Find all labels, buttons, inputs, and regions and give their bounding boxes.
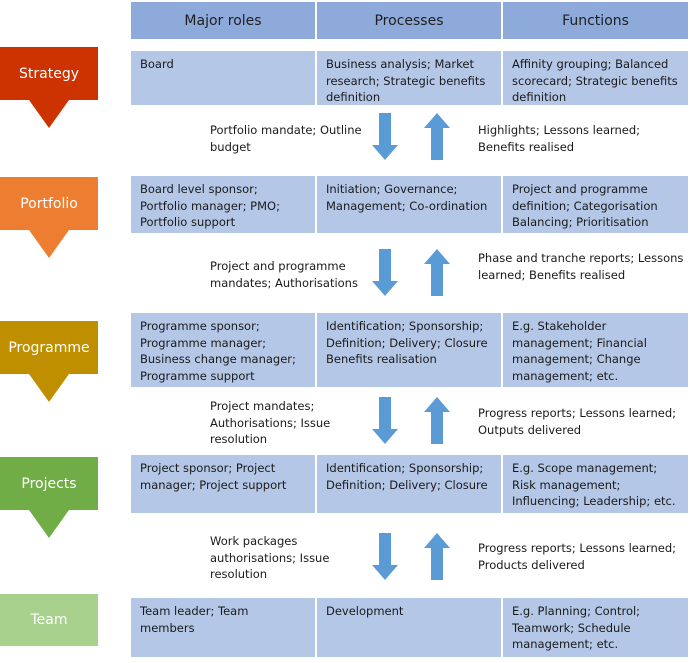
down-arrow-icon [372,113,398,160]
processes-cell: Identification; Sponsorship; Definition;… [317,455,501,513]
flow-up-text: Phase and tranche reports; Lessons learn… [478,251,684,282]
level-label-projects: Projects [0,457,98,510]
processes-cell: Initiation; Governance; Management; Co-o… [317,176,501,233]
down-arrow-icon [372,397,398,444]
header-major-roles: Major roles [131,2,315,39]
level-label-programme: Programme [0,321,98,374]
functions-cell: E.g. Planning; Control; Teamwork; Schedu… [503,598,688,657]
flow-down-text: Portfolio mandate; Outline budget [210,123,362,154]
down-arrow-icon [29,100,69,128]
level-label-portfolio: Portfolio [0,177,98,230]
up-arrow-icon [424,397,450,444]
up-arrow-icon [424,533,450,580]
down-arrow-icon [29,374,69,402]
roles-cell: Board level sponsor; Portfolio manager; … [131,176,315,233]
roles-cell: Project sponsor; Project manager; Projec… [131,455,315,513]
functions-cell: E.g. Stakeholder management; Financial m… [503,313,688,387]
roles-cell: Team leader; Team members [131,598,315,657]
flow-down-text: Project and programme mandates; Authoris… [210,259,358,290]
roles-cell: Programme sponsor; Programme manager; Bu… [131,313,315,387]
level-label-strategy: Strategy [0,47,98,100]
level-label-team: Team [0,594,98,646]
down-arrow-icon [29,510,69,538]
flow-up-text: Highlights; Lessons learned; Benefits re… [478,123,641,154]
header-functions: Functions [503,2,688,39]
down-arrow-icon [372,249,398,296]
flow-up-text: Progress reports; Lessons learned; Produ… [478,541,676,572]
functions-cell: E.g. Scope management; Risk management; … [503,455,688,513]
processes-cell: Identification; Sponsorship; Definition;… [317,313,501,387]
functions-cell: Affinity grouping; Balanced scorecard; S… [503,51,688,105]
down-arrow-icon [29,230,69,258]
down-arrow-icon [372,533,398,580]
up-arrow-icon [424,113,450,160]
flow-up-text: Progress reports; Lessons learned; Outpu… [478,406,676,437]
flow-down-text: Project mandates; Authorisations; Issue … [210,399,331,446]
flow-down-text: Work packages authorisations; Issue reso… [210,534,330,581]
header-processes: Processes [317,2,501,39]
up-arrow-icon [424,249,450,296]
processes-cell: Development [317,598,501,657]
functions-cell: Project and programme definition; Catego… [503,176,688,233]
roles-cell: Board [131,51,315,105]
processes-cell: Business analysis; Market research; Stra… [317,51,501,105]
